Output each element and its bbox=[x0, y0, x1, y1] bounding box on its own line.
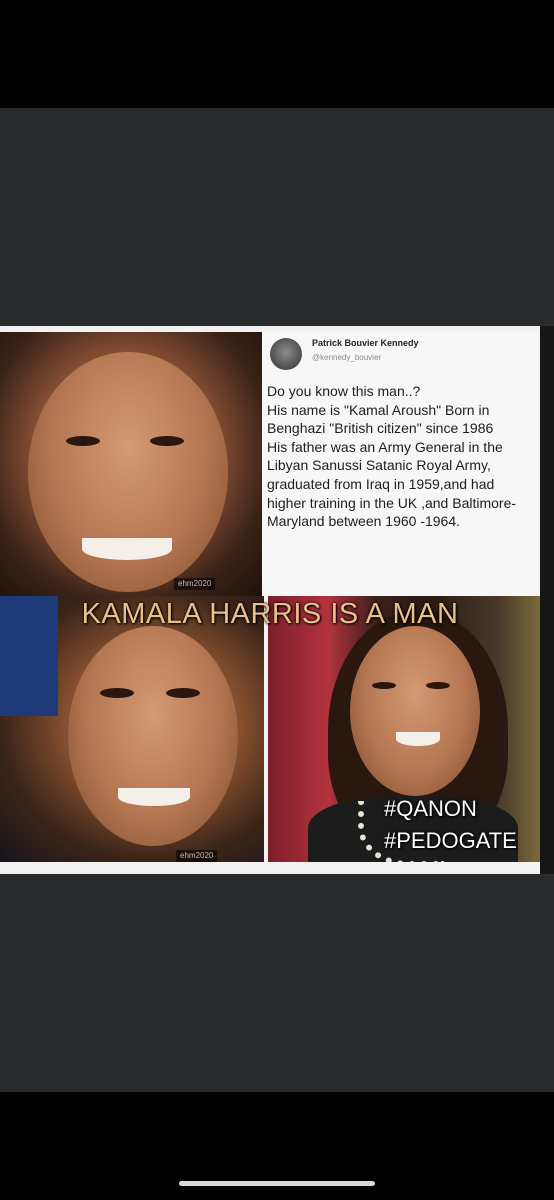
watermark: ehm2020 bbox=[174, 578, 216, 590]
image-edge bbox=[540, 326, 554, 874]
eye bbox=[166, 688, 200, 698]
smile bbox=[118, 788, 190, 806]
hashtag-pedogate: #PEDOGATE bbox=[384, 828, 517, 853]
headline-caption: KAMALA HARRIS IS A MAN bbox=[81, 598, 459, 630]
smile bbox=[396, 732, 440, 746]
tweet-author-name: Patrick Bouvier Kennedy bbox=[312, 338, 419, 348]
meme-image[interactable]: ehm2020 Patrick Bouvier Kennedy @kennedy… bbox=[0, 326, 554, 874]
tweet-card: Patrick Bouvier Kennedy @kennedy_bouvier… bbox=[262, 332, 538, 596]
face bbox=[350, 626, 480, 796]
avatar bbox=[270, 338, 302, 370]
hashtag-qanon: #QANON bbox=[384, 796, 477, 821]
tweet-author-handle: @kennedy_bouvier bbox=[312, 353, 382, 362]
home-indicator[interactable] bbox=[179, 1181, 375, 1186]
tweet-body: Do you know this man..? His name is "Kam… bbox=[267, 383, 517, 530]
eye bbox=[100, 688, 134, 698]
face bbox=[68, 626, 238, 846]
eye bbox=[372, 682, 396, 689]
eye bbox=[66, 436, 100, 446]
photo-top-left bbox=[0, 332, 262, 596]
photo-bottom-left bbox=[0, 596, 264, 862]
watermark: ehm2020 bbox=[176, 850, 218, 862]
status-bar-area bbox=[0, 0, 554, 108]
photo-bottom-right bbox=[268, 596, 540, 862]
smile bbox=[82, 538, 172, 560]
eye bbox=[426, 682, 450, 689]
eye bbox=[150, 436, 184, 446]
